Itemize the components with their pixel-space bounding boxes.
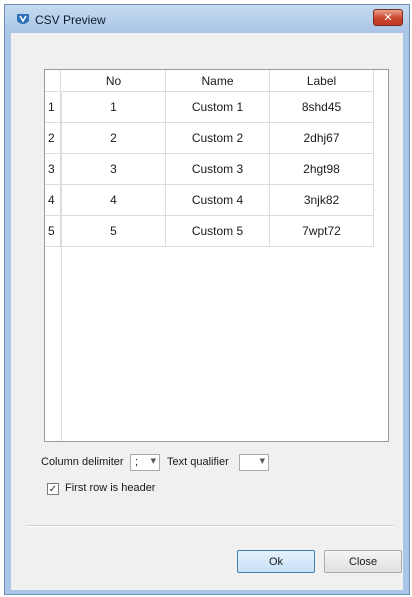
column-header-name[interactable]: Name bbox=[166, 70, 270, 92]
csv-preview-window: CSV Preview ✕ No Name Label 1 1 Custom 1… bbox=[4, 4, 410, 595]
dialog-body: No Name Label 1 1 Custom 1 8shd45 2 2 Cu… bbox=[11, 33, 403, 590]
cell-no[interactable]: 4 bbox=[62, 185, 166, 216]
table-row[interactable]: 1 1 Custom 1 8shd45 bbox=[45, 92, 388, 123]
cell-no[interactable]: 5 bbox=[62, 216, 166, 247]
ok-button[interactable]: Ok bbox=[237, 550, 315, 573]
separator bbox=[26, 525, 394, 527]
row-number[interactable]: 4 bbox=[45, 185, 61, 216]
table-row[interactable]: 2 2 Custom 2 2dhj67 bbox=[45, 123, 388, 154]
table-row[interactable]: 4 4 Custom 4 3njk82 bbox=[45, 185, 388, 216]
row-number[interactable]: 2 bbox=[45, 123, 61, 154]
first-row-header-label[interactable]: First row is header bbox=[65, 482, 155, 494]
cell-name[interactable]: Custom 3 bbox=[166, 154, 270, 185]
row-number[interactable]: 3 bbox=[45, 154, 61, 185]
cell-name[interactable]: Custom 4 bbox=[166, 185, 270, 216]
column-delimiter-dropdown[interactable]: ; ▼ bbox=[130, 454, 160, 471]
cell-name[interactable]: Custom 5 bbox=[166, 216, 270, 247]
window-close-button[interactable]: ✕ bbox=[373, 9, 403, 26]
text-qualifier-dropdown[interactable]: ▼ bbox=[239, 454, 269, 471]
title-bar[interactable]: CSV Preview ✕ bbox=[5, 5, 409, 33]
close-button[interactable]: Close bbox=[324, 550, 402, 573]
cell-no[interactable]: 2 bbox=[62, 123, 166, 154]
window-title: CSV Preview bbox=[35, 13, 106, 27]
chevron-down-icon: ▼ bbox=[259, 457, 265, 465]
cell-label[interactable]: 2hgt98 bbox=[270, 154, 374, 185]
table-row[interactable]: 3 3 Custom 3 2hgt98 bbox=[45, 154, 388, 185]
cell-no[interactable]: 1 bbox=[62, 92, 166, 123]
cell-name[interactable]: Custom 1 bbox=[166, 92, 270, 123]
cell-label[interactable]: 8shd45 bbox=[270, 92, 374, 123]
cell-no[interactable]: 3 bbox=[62, 154, 166, 185]
table-row[interactable]: 5 5 Custom 5 7wpt72 bbox=[45, 216, 388, 247]
text-qualifier-label: Text qualifier bbox=[167, 456, 229, 468]
cell-name[interactable]: Custom 2 bbox=[166, 123, 270, 154]
row-number[interactable]: 5 bbox=[45, 216, 61, 247]
row-header-corner bbox=[45, 70, 61, 92]
column-header-label[interactable]: Label bbox=[270, 70, 374, 92]
column-delimiter-value: ; bbox=[135, 456, 139, 468]
csv-preview-grid[interactable]: No Name Label 1 1 Custom 1 8shd45 2 2 Cu… bbox=[44, 69, 389, 442]
close-icon: ✕ bbox=[383, 11, 393, 24]
cell-label[interactable]: 3njk82 bbox=[270, 185, 374, 216]
app-logo-icon bbox=[17, 14, 29, 24]
column-header-no[interactable]: No bbox=[62, 70, 166, 92]
column-delimiter-label: Column delimiter bbox=[41, 456, 124, 468]
checkmark-icon: ✓ bbox=[48, 483, 58, 495]
cell-label[interactable]: 7wpt72 bbox=[270, 216, 374, 247]
row-number[interactable]: 1 bbox=[45, 92, 61, 123]
first-row-header-checkbox[interactable]: ✓ bbox=[47, 483, 59, 495]
chevron-down-icon: ▼ bbox=[150, 457, 156, 465]
cell-label[interactable]: 2dhj67 bbox=[270, 123, 374, 154]
